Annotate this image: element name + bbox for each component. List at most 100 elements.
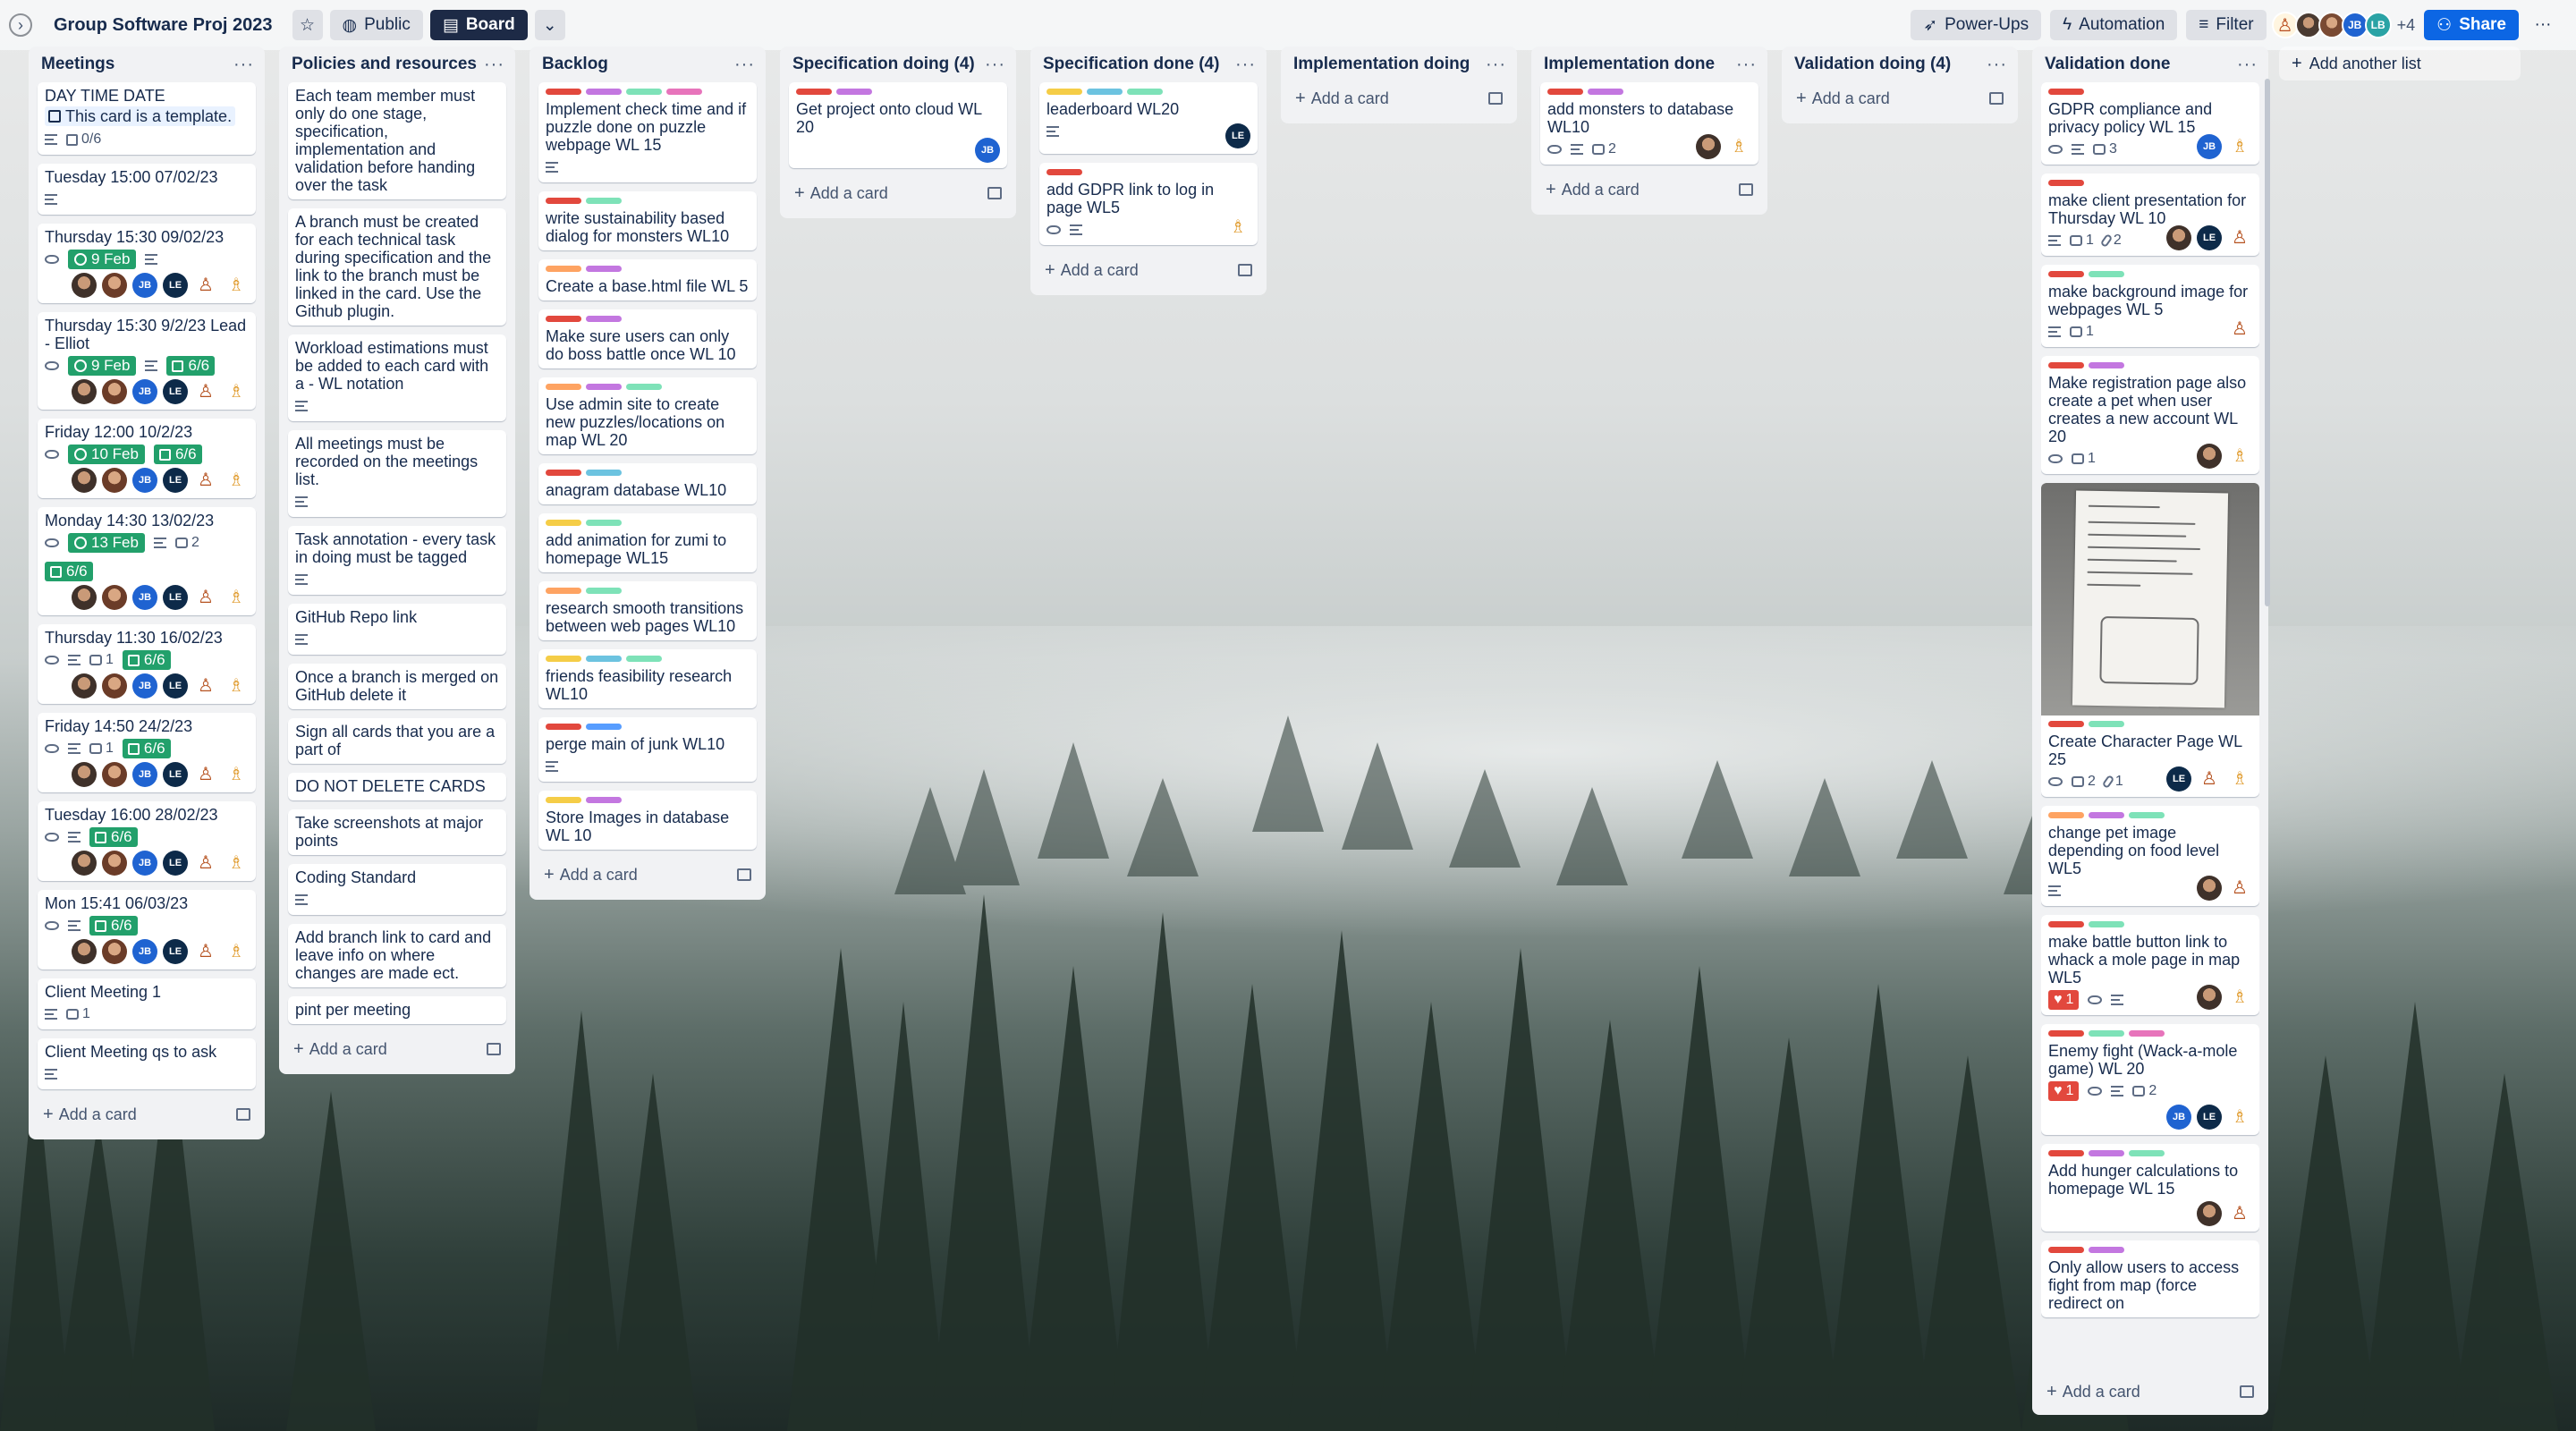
add-card-button[interactable]: + Add a card	[538, 859, 757, 891]
card[interactable]: Tuesday 15:00 07/02/23	[38, 164, 256, 215]
list-menu-icon[interactable]: ···	[985, 55, 1005, 75]
member-avatar[interactable]	[102, 762, 127, 787]
template-icon[interactable]	[737, 868, 751, 881]
template-icon[interactable]	[1989, 92, 2004, 105]
card[interactable]: DAY TIME DATE This card is a template. 0…	[38, 82, 256, 155]
avatar[interactable]: LB	[2364, 12, 2392, 38]
member-avatar[interactable]	[2197, 444, 2222, 469]
list-menu-icon[interactable]: ···	[484, 55, 504, 75]
member-avatar[interactable]: LE	[163, 585, 188, 610]
member-avatar[interactable]: ♗	[2227, 1105, 2252, 1130]
member-avatar[interactable]: ♗	[224, 273, 249, 298]
member-avatar[interactable]: JB	[975, 138, 1000, 163]
member-avatar[interactable]	[102, 379, 127, 404]
member-avatar[interactable]: LE	[2166, 766, 2191, 792]
member-avatar[interactable]: LE	[163, 468, 188, 493]
member-avatar[interactable]	[2197, 876, 2222, 901]
member-avatar[interactable]: ♗	[224, 851, 249, 876]
list-implementation-done[interactable]: Implementation done ··· add monsters to d…	[1531, 47, 1767, 215]
list-title[interactable]: Validation done	[2045, 55, 2170, 74]
member-avatar[interactable]: ♙	[193, 673, 218, 699]
member-avatar[interactable]	[72, 379, 97, 404]
member-avatar[interactable]: ♙	[193, 273, 218, 298]
list-title[interactable]: Specification doing (4)	[792, 55, 975, 74]
member-avatar[interactable]: LE	[163, 273, 188, 298]
member-avatar[interactable]: ♙	[193, 851, 218, 876]
add-card-button[interactable]: + Add a card	[2041, 1376, 2259, 1408]
card[interactable]: Take screenshots at major points	[288, 809, 506, 855]
template-icon[interactable]	[236, 1108, 250, 1121]
vote-badge[interactable]: ♥ 1	[2048, 1081, 2080, 1101]
list-validation-done[interactable]: Validation done ··· GDPR compliance and p…	[2032, 47, 2268, 1415]
list-meetings[interactable]: Meetings ··· DAY TIME DATE This card is a…	[29, 47, 265, 1139]
card[interactable]: Sign all cards that you are a part of	[288, 718, 506, 764]
template-icon[interactable]	[1488, 92, 1503, 105]
board-view-button[interactable]: ▤ Board	[429, 10, 528, 40]
card[interactable]: Coding Standard	[288, 864, 506, 915]
card[interactable]: add monsters to database WL10 2 ♗	[1540, 82, 1758, 165]
board-members[interactable]: ♙ JB LB +4	[2271, 12, 2415, 38]
list-title[interactable]: Validation doing (4)	[1794, 55, 1951, 74]
list-menu-icon[interactable]: ···	[1736, 55, 1757, 75]
member-avatar[interactable]: JB	[132, 762, 157, 787]
add-card-button[interactable]: + Add a card	[789, 177, 1007, 209]
list-title[interactable]: Implementation doing	[1293, 55, 1470, 74]
list-scrollbar[interactable]	[2265, 79, 2270, 606]
card[interactable]: Implement check time and if puzzle done …	[538, 82, 757, 182]
member-avatar[interactable]	[102, 585, 127, 610]
member-avatar[interactable]	[102, 673, 127, 699]
list-policies-and-resources[interactable]: Policies and resources ··· Each team memb…	[279, 47, 515, 1074]
member-avatar[interactable]: ♗	[224, 673, 249, 699]
member-avatar[interactable]: LE	[163, 673, 188, 699]
member-avatar[interactable]: ♗	[2227, 444, 2252, 469]
card[interactable]: friends feasibility research WL10	[538, 649, 757, 708]
card[interactable]: Thursday 15:30 09/02/23 9 Feb JB LE ♙ ♗	[38, 224, 256, 303]
member-avatar[interactable]: LE	[2197, 1105, 2222, 1130]
card[interactable]: Create a base.html file WL 5	[538, 259, 757, 301]
card[interactable]: perge main of junk WL10	[538, 717, 757, 782]
member-avatar[interactable]: ♗	[224, 585, 249, 610]
list-cards-scroll-area[interactable]: GDPR compliance and privacy policy WL 15…	[2041, 82, 2259, 1376]
card[interactable]: Thursday 11:30 16/02/23 1 6/6 JB LE ♙ ♗	[38, 624, 256, 704]
list-menu-icon[interactable]: ···	[233, 55, 254, 75]
template-icon[interactable]	[987, 187, 1002, 199]
card[interactable]: change pet image depending on food level…	[2041, 806, 2259, 906]
member-avatar[interactable]: ♙	[193, 379, 218, 404]
template-icon[interactable]	[1739, 183, 1753, 196]
member-avatar[interactable]	[102, 273, 127, 298]
card[interactable]: research smooth transitions between web …	[538, 581, 757, 640]
member-avatar[interactable]	[2197, 1201, 2222, 1226]
card[interactable]: make client presentation for Thursday WL…	[2041, 174, 2259, 256]
member-avatar[interactable]	[2166, 225, 2191, 250]
due-date-badge[interactable]: 9 Feb	[68, 250, 137, 269]
member-avatar[interactable]: JB	[132, 851, 157, 876]
card[interactable]: Use admin site to create new puzzles/loc…	[538, 377, 757, 454]
card[interactable]: Get project onto cloud WL 20 JB	[789, 82, 1007, 168]
card[interactable]: Mon 15:41 06/03/23 6/6 JB LE ♙ ♗	[38, 890, 256, 970]
member-avatar[interactable]: JB	[2166, 1105, 2191, 1130]
board-menu-button[interactable]: ···	[2528, 10, 2558, 40]
automation-button[interactable]: ϟ Automation	[2050, 10, 2178, 40]
list-title[interactable]: Policies and resources	[292, 55, 477, 74]
card[interactable]: Client Meeting qs to ask	[38, 1038, 256, 1089]
card[interactable]: Task annotation - every task in doing mu…	[288, 526, 506, 595]
add-card-button[interactable]: + Add a card	[1290, 82, 1508, 114]
member-avatar[interactable]: ♗	[1225, 215, 1250, 240]
filter-button[interactable]: ≡ Filter	[2186, 10, 2267, 40]
member-avatar[interactable]: JB	[132, 379, 157, 404]
card[interactable]: Monday 14:30 13/02/23 13 Feb 2 6/6 JB LE ♙ ♗	[38, 507, 256, 615]
list-backlog[interactable]: Backlog ··· Implement check time and if p…	[530, 47, 766, 900]
card[interactable]: leaderboard WL20 LE	[1039, 82, 1258, 154]
list-specification-done[interactable]: Specification done (4) ··· leaderboard WL…	[1030, 47, 1267, 295]
due-date-badge[interactable]: 9 Feb	[68, 356, 137, 376]
card[interactable]: Client Meeting 1 1	[38, 978, 256, 1029]
member-avatar[interactable]	[72, 273, 97, 298]
due-date-badge[interactable]: 10 Feb	[68, 445, 145, 464]
member-avatar[interactable]	[102, 851, 127, 876]
view-switcher-button[interactable]: ⌄	[534, 10, 565, 40]
add-card-button[interactable]: + Add a card	[1540, 174, 1758, 206]
member-avatar[interactable]: JB	[132, 673, 157, 699]
add-card-button[interactable]: + Add a card	[38, 1098, 256, 1130]
member-avatar[interactable]: ♙	[2227, 876, 2252, 901]
member-avatar[interactable]	[2197, 985, 2222, 1010]
